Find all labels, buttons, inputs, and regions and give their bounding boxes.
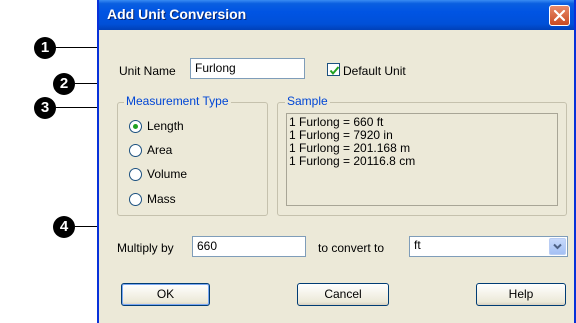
radio-length-button[interactable] — [129, 119, 142, 133]
multiply-by-label: Multiply by — [117, 241, 174, 255]
default-unit-checkbox[interactable] — [327, 63, 340, 76]
radio-volume-label: Volume — [147, 167, 188, 181]
help-button[interactable]: Help — [476, 283, 566, 306]
radio-mass-button[interactable] — [129, 192, 142, 206]
radio-mass[interactable]: Mass — [129, 192, 176, 206]
ok-button[interactable]: OK — [121, 283, 210, 306]
callout-3: 3 — [34, 97, 56, 119]
radio-volume[interactable]: Volume — [129, 167, 187, 181]
unit-name-input[interactable]: Furlong — [190, 58, 305, 79]
multiply-by-input[interactable]: 660 — [192, 236, 306, 257]
convert-to-label: to convert to — [318, 241, 385, 255]
checkmark-icon — [329, 66, 340, 76]
unit-name-label: Unit Name — [119, 64, 176, 78]
radio-area[interactable]: Area — [129, 143, 172, 157]
window-title: Add Unit Conversion — [107, 6, 247, 22]
radio-length-label: Length — [147, 119, 184, 133]
sample-title: Sample — [285, 94, 330, 108]
convert-to-select[interactable]: ft — [409, 236, 568, 257]
callout-2: 2 — [53, 73, 75, 95]
radio-volume-button[interactable] — [129, 167, 142, 181]
radio-mass-label: Mass — [147, 192, 176, 206]
close-button[interactable] — [549, 5, 570, 26]
close-icon — [553, 9, 566, 22]
radio-area-label: Area — [147, 143, 173, 157]
convert-to-value: ft — [414, 238, 421, 252]
title-bar[interactable]: Add Unit Conversion — [99, 0, 574, 30]
measurement-type-title: Measurement Type — [124, 94, 231, 108]
cancel-button[interactable]: Cancel — [297, 283, 389, 306]
callout-4: 4 — [53, 216, 75, 238]
convert-to-dropdown-button[interactable] — [549, 238, 566, 255]
callout-1: 1 — [34, 37, 56, 59]
radio-area-button[interactable] — [129, 143, 142, 157]
chevron-down-icon — [553, 243, 562, 250]
sample-text-box: 1 Furlong = 660 ft 1 Furlong = 7920 in 1… — [286, 113, 558, 206]
add-unit-conversion-dialog: Add Unit Conversion Unit Name Furlong De… — [97, 0, 576, 323]
sample-line: 1 Furlong = 20116.8 cm — [289, 154, 416, 168]
radio-length[interactable]: Length — [129, 119, 184, 133]
default-unit-label: Default Unit — [343, 64, 406, 78]
